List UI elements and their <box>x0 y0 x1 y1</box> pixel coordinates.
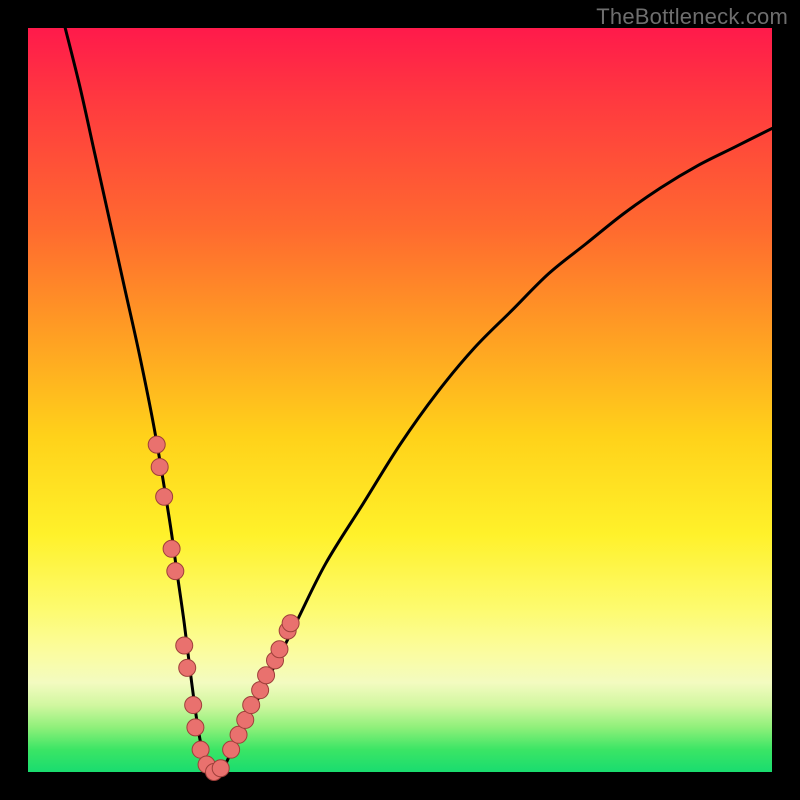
data-marker <box>212 760 229 777</box>
data-marker <box>167 563 184 580</box>
data-marker <box>187 719 204 736</box>
data-marker <box>258 667 275 684</box>
data-marker <box>148 436 165 453</box>
data-marker <box>151 458 168 475</box>
data-marker <box>179 659 196 676</box>
data-marker <box>282 615 299 632</box>
data-marker <box>156 488 173 505</box>
marker-group <box>148 436 299 780</box>
watermark-text: TheBottleneck.com <box>596 4 788 30</box>
bottleneck-curve <box>65 28 772 773</box>
data-marker <box>163 540 180 557</box>
plot-area <box>28 28 772 772</box>
curve-svg <box>28 28 772 772</box>
data-marker <box>271 641 288 658</box>
data-marker <box>223 741 240 758</box>
data-marker <box>243 697 260 714</box>
data-marker <box>176 637 193 654</box>
chart-frame: TheBottleneck.com <box>0 0 800 800</box>
data-marker <box>185 697 202 714</box>
bottleneck-curve-path <box>65 28 772 773</box>
